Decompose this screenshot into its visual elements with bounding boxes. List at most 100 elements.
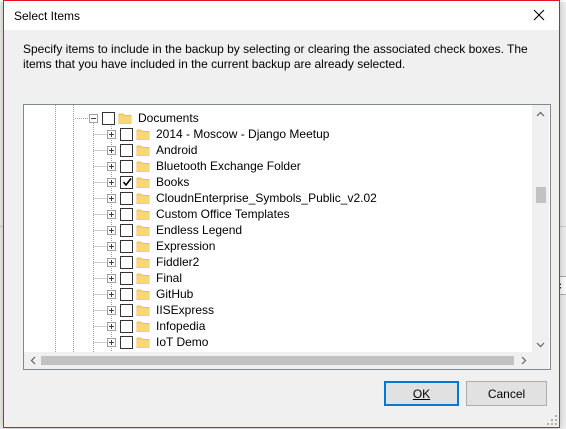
select-items-dialog: Select Items Specify items to include in… bbox=[3, 0, 560, 428]
resize-grip-icon[interactable] bbox=[547, 415, 557, 425]
folder-icon bbox=[136, 161, 150, 172]
tree-item-android[interactable]: Android bbox=[107, 142, 197, 158]
scrollbar-corner bbox=[532, 352, 549, 369]
tree-item-final[interactable]: Final bbox=[107, 270, 182, 286]
tree-item-label: Endless Legend bbox=[156, 223, 243, 237]
chevron-up-icon bbox=[536, 111, 545, 116]
item-checkbox[interactable] bbox=[120, 207, 133, 221]
expand-icon[interactable] bbox=[107, 177, 116, 187]
chevron-left-icon bbox=[30, 356, 35, 365]
tree-item-label: Infopedia bbox=[156, 319, 206, 333]
item-checkbox[interactable] bbox=[120, 127, 133, 141]
close-icon bbox=[533, 9, 545, 21]
expand-icon[interactable] bbox=[107, 241, 116, 251]
tree-item-label: Android bbox=[156, 143, 198, 157]
expand-icon[interactable] bbox=[107, 145, 116, 155]
expand-icon[interactable] bbox=[107, 209, 116, 219]
tree-item-label: Fiddler2 bbox=[156, 255, 200, 269]
close-button[interactable] bbox=[519, 1, 559, 29]
folder-icon bbox=[136, 177, 150, 188]
expand-icon[interactable] bbox=[107, 193, 116, 203]
collapse-icon[interactable] bbox=[89, 113, 98, 123]
tree-item-label: Documents bbox=[138, 111, 199, 125]
tree-item-fiddler2[interactable]: Fiddler2 bbox=[107, 254, 199, 270]
tree-item-endless-legend[interactable]: Endless Legend bbox=[107, 222, 242, 238]
item-checkbox[interactable] bbox=[120, 143, 133, 157]
tree-item-infopedia[interactable]: Infopedia bbox=[107, 318, 205, 334]
folder-icon bbox=[136, 321, 150, 332]
ok-button-label: OK bbox=[412, 386, 431, 401]
tree-item-expression[interactable]: Expression bbox=[107, 238, 215, 254]
tree-item-label: IISExpress bbox=[156, 303, 215, 317]
expand-icon[interactable] bbox=[107, 321, 116, 331]
folder-icon bbox=[136, 225, 150, 236]
folder-icon bbox=[136, 145, 150, 156]
tree-item-2014-moscow-django-meetup[interactable]: 2014 - Moscow - Django Meetup bbox=[107, 126, 329, 142]
item-checkbox[interactable] bbox=[120, 255, 133, 269]
scroll-down-button[interactable] bbox=[532, 336, 549, 353]
title-bar: Select Items bbox=[4, 0, 559, 30]
chevron-down-icon bbox=[536, 342, 545, 347]
tree-item-books[interactable]: Books bbox=[107, 174, 189, 190]
vertical-scroll-thumb[interactable] bbox=[536, 187, 546, 203]
tree-item-documents[interactable]: Documents bbox=[89, 110, 199, 126]
folder-icon bbox=[136, 305, 150, 316]
scroll-right-button[interactable] bbox=[515, 352, 532, 369]
horizontal-scroll-thumb[interactable] bbox=[41, 356, 514, 365]
item-checkbox[interactable] bbox=[120, 319, 133, 333]
ok-button[interactable]: OK bbox=[384, 381, 459, 406]
expand-icon[interactable] bbox=[107, 225, 116, 235]
tree-item-label: CloudnEnterprise_Symbols_Public_v2.02 bbox=[156, 191, 377, 205]
expand-icon[interactable] bbox=[107, 129, 116, 139]
tree-item-custom-office-templates[interactable]: Custom Office Templates bbox=[107, 206, 290, 222]
folder-icon bbox=[136, 289, 150, 300]
folder-icon bbox=[136, 257, 150, 268]
item-checkbox[interactable] bbox=[120, 223, 133, 237]
tree-item-label: 2014 - Moscow - Django Meetup bbox=[156, 127, 330, 141]
folder-icon bbox=[136, 193, 150, 204]
item-checkbox[interactable] bbox=[120, 159, 133, 173]
tree-item-cloudnenterprise-symbols-public-v2-02[interactable]: CloudnEnterprise_Symbols_Public_v2.02 bbox=[107, 190, 377, 206]
dialog-description: Specify items to include in the backup b… bbox=[23, 42, 528, 71]
cancel-button-label: Cancel bbox=[487, 386, 526, 401]
dialog-title: Select Items bbox=[14, 9, 81, 23]
folder-icon bbox=[118, 113, 132, 124]
tree-item-label: Books bbox=[156, 175, 190, 189]
horizontal-scrollbar[interactable] bbox=[24, 352, 532, 369]
vertical-scrollbar[interactable] bbox=[532, 105, 549, 353]
folder-icon bbox=[136, 129, 150, 140]
tree-item-label: Expression bbox=[156, 239, 216, 253]
tree-item-label: Bluetooth Exchange Folder bbox=[156, 159, 301, 173]
expand-icon[interactable] bbox=[107, 161, 116, 171]
expand-icon[interactable] bbox=[107, 305, 116, 315]
checkmark-icon bbox=[122, 177, 132, 186]
tree-item-label: Custom Office Templates bbox=[156, 207, 290, 221]
item-checkbox[interactable] bbox=[102, 111, 115, 125]
scroll-left-button[interactable] bbox=[24, 352, 41, 369]
tree-item-label: Final bbox=[156, 271, 183, 285]
folder-icon bbox=[136, 241, 150, 252]
item-checkbox[interactable] bbox=[120, 303, 133, 317]
item-checkbox[interactable] bbox=[120, 191, 133, 205]
tree-item-github[interactable]: GitHub bbox=[107, 286, 193, 302]
folder-icon bbox=[136, 273, 150, 284]
item-checkbox[interactable] bbox=[120, 335, 133, 349]
item-checkbox[interactable] bbox=[120, 287, 133, 301]
scroll-up-button[interactable] bbox=[532, 105, 549, 122]
expand-icon[interactable] bbox=[107, 337, 116, 347]
folder-icon bbox=[136, 209, 150, 220]
expand-icon[interactable] bbox=[107, 289, 116, 299]
expand-icon[interactable] bbox=[107, 273, 116, 283]
item-checkbox[interactable] bbox=[120, 175, 133, 189]
item-checkbox[interactable] bbox=[120, 239, 133, 253]
item-checkbox[interactable] bbox=[120, 271, 133, 285]
folder-icon bbox=[136, 337, 150, 348]
items-tree[interactable]: Documents 2014 - Moscow - Django Meetup An… bbox=[23, 104, 551, 370]
expand-icon[interactable] bbox=[107, 257, 116, 267]
tree-item-label: IoT Demo bbox=[156, 335, 209, 349]
tree-item-bluetooth-exchange-folder[interactable]: Bluetooth Exchange Folder bbox=[107, 158, 301, 174]
tree-item-label: GitHub bbox=[156, 287, 194, 301]
tree-item-iot-demo[interactable]: IoT Demo bbox=[107, 334, 208, 350]
tree-item-iisexpress[interactable]: IISExpress bbox=[107, 302, 214, 318]
cancel-button[interactable]: Cancel bbox=[466, 381, 547, 406]
